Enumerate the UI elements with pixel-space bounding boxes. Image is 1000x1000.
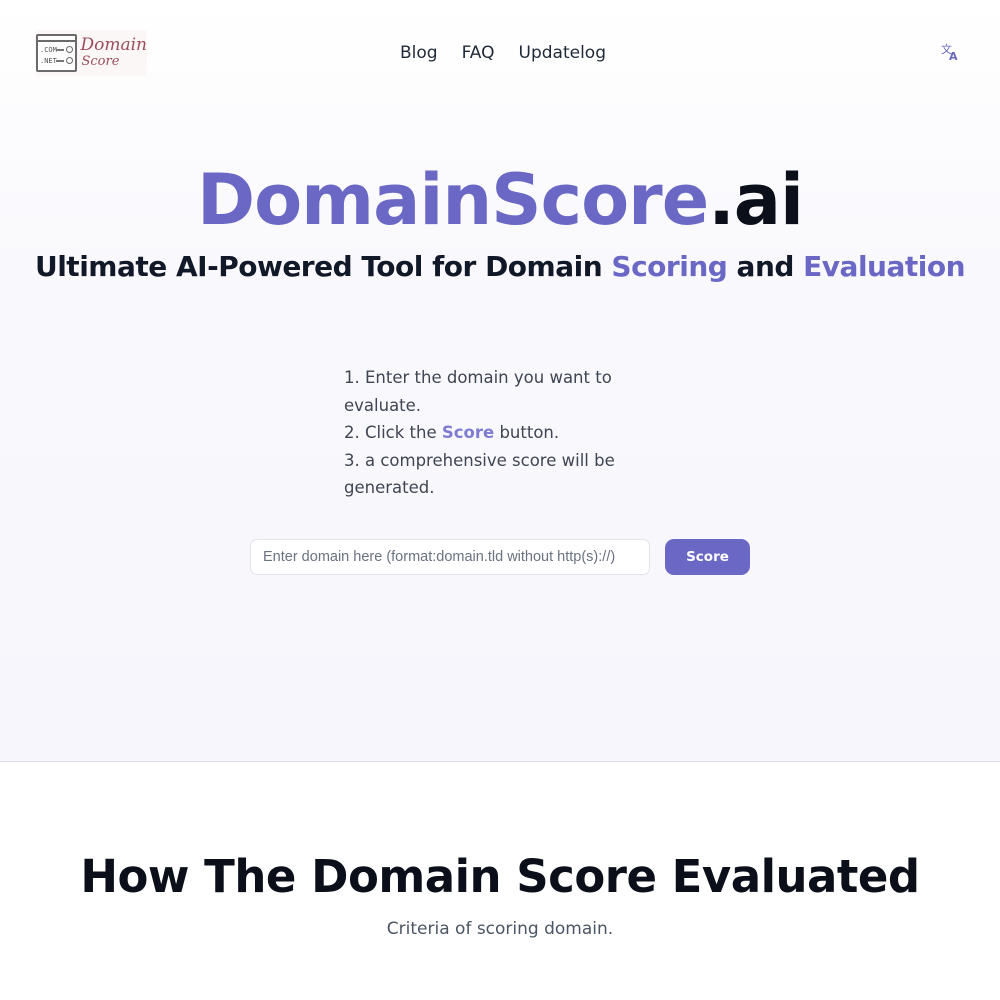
nav-blog[interactable]: Blog: [400, 43, 438, 63]
tagline-pre: Ultimate AI-Powered Tool for Domain: [34, 250, 612, 283]
step-3: 3. a comprehensive score will be generat…: [344, 450, 615, 498]
tagline-highlight-evaluation: Evaluation: [803, 250, 966, 283]
nav-faq[interactable]: FAQ: [462, 43, 495, 63]
step-1: 1. Enter the domain you want to evaluate…: [344, 368, 612, 415]
tagline-highlight-scoring: Scoring: [611, 250, 728, 283]
section-subtitle: Criteria of scoring domain.: [386, 919, 614, 939]
main-nav: Blog FAQ Updatelog: [400, 43, 606, 63]
logo-line1: Domain: [80, 35, 147, 56]
instructions: 1. Enter the domain you want to evaluate…: [344, 364, 634, 502]
nav-updatelog[interactable]: Updatelog: [519, 43, 606, 63]
logo-wordmark: Domain Score: [80, 35, 147, 70]
logo-browser-icon: .COM .NET: [36, 34, 78, 72]
section-title: How The Domain Score Evaluated: [80, 850, 920, 903]
site-logo[interactable]: .COM .NET Domain Score: [35, 30, 147, 76]
brand-main: DomainScore: [196, 159, 709, 241]
tagline: Ultimate AI-Powered Tool for Domain Scor…: [0, 250, 1000, 283]
score-button[interactable]: Score: [665, 539, 750, 575]
brand-heading: DomainScore.ai: [0, 158, 1000, 242]
logo-badge-top: .COM: [40, 46, 57, 54]
logo-badge-bottom: .NET: [40, 57, 57, 65]
step-2-pre: 2. Click the: [344, 423, 442, 442]
tagline-mid: and: [727, 250, 804, 283]
step-2-keyword: Score: [441, 423, 495, 442]
brand-suffix: .ai: [708, 159, 804, 241]
translate-icon[interactable]: 文A: [941, 44, 961, 64]
step-2-post: button.: [494, 423, 560, 442]
domain-input[interactable]: [250, 539, 650, 575]
step-2: 2. Click the Score button.: [344, 419, 634, 447]
logo-line2: Score: [81, 54, 120, 70]
